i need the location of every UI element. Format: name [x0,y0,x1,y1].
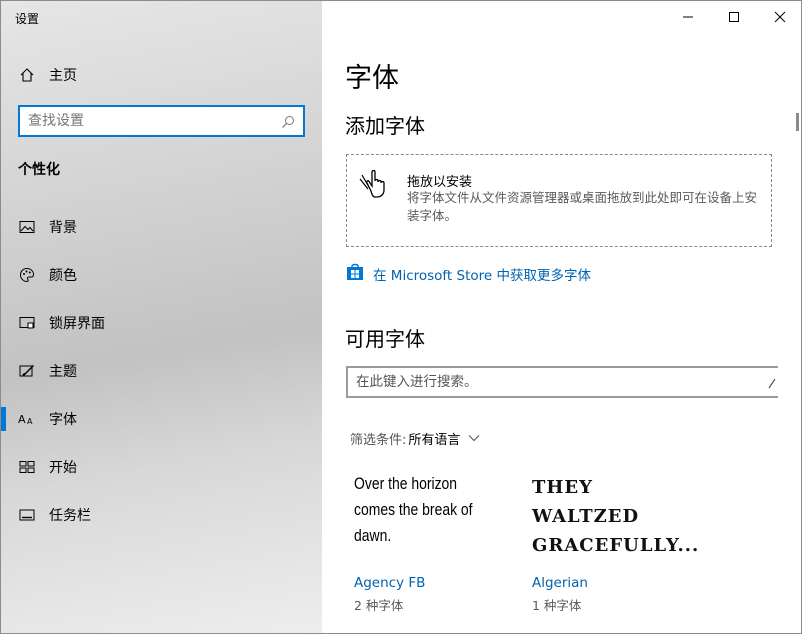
font-drop-zone[interactable]: 拖放以安装 将字体文件从文件资源管理器或桌面拖放到此处即可在设备上安装字体。 [346,154,772,247]
font-card-algerian[interactable]: THEY WALTZED GRACEFULLY... Algerian 1 种字… [532,471,702,616]
minimize-button[interactable] [665,1,711,33]
font-search-box[interactable] [346,366,778,398]
minimize-icon [683,16,693,18]
sidebar-item-taskbar[interactable]: 任务栏 [1,495,322,535]
font-name: Agency FB [354,575,426,591]
sidebar-item-lock-screen[interactable]: 锁屏界面 [1,303,322,343]
svg-text:A: A [27,417,33,426]
settings-search-input[interactable] [28,113,268,129]
font-icon: AA [18,410,36,428]
selection-indicator [1,407,6,431]
palette-icon [18,266,36,284]
drop-zone-title: 拖放以安装 [407,175,473,190]
search-icon[interactable] [768,375,776,394]
hand-pointer-icon [359,167,393,205]
home-icon [18,66,36,84]
language-filter[interactable]: 筛选条件: 所有语言 [350,429,480,448]
sidebar-item-label: 背景 [49,220,77,236]
font-count: 1 种字体 [532,598,582,613]
page-title: 字体 [345,63,399,94]
font-count: 2 种字体 [354,598,404,613]
sidebar-item-background[interactable]: 背景 [1,207,322,247]
sidebar-item-label: 主页 [49,68,77,84]
sidebar-item-label: 字体 [49,412,77,428]
store-link-label: 在 Microsoft Store 中获取更多字体 [373,268,591,284]
font-preview: Over the horizon comes the break of dawn… [354,474,473,545]
font-preview-line: THEY [532,477,593,498]
theme-icon [18,362,36,380]
store-link[interactable]: 在 Microsoft Store 中获取更多字体 [346,263,591,285]
svg-text:A: A [18,413,26,426]
content-pane: 字体 添加字体 拖放以安装 将字体文件从文件资源管理器或桌面拖放到此处即可在设备… [322,1,801,633]
settings-window: 设置 主页 个性化 背景 颜色 [0,0,802,634]
sidebar-item-home[interactable]: 主页 [1,55,322,95]
sidebar-item-start[interactable]: 开始 [1,447,322,487]
lock-screen-icon [18,314,36,332]
start-icon [18,458,36,476]
filter-value[interactable]: 所有语言 [408,429,460,448]
picture-icon [18,218,36,236]
scrollbar-thumb[interactable] [796,113,799,131]
sidebar: 设置 主页 个性化 背景 颜色 [1,1,322,633]
taskbar-icon [18,506,36,524]
font-preview: THEY WALTZED GRACEFULLY... [532,473,699,560]
sidebar-item-label: 锁屏界面 [49,316,105,332]
close-icon [774,11,786,23]
maximize-button[interactable] [711,1,757,33]
filter-label: 筛选条件: [350,433,407,448]
section-heading: 个性化 [18,162,60,178]
search-icon[interactable] [281,114,295,133]
app-title: 设置 [15,12,40,26]
available-fonts-heading: 可用字体 [345,327,425,351]
maximize-icon [729,12,739,22]
chevron-down-icon[interactable] [468,431,480,446]
sidebar-item-themes[interactable]: 主题 [1,351,322,391]
sidebar-item-label: 颜色 [49,268,77,284]
store-bag-icon [346,263,364,285]
sidebar-item-label: 主题 [49,364,77,380]
font-card-agency-fb[interactable]: Over the horizon comes the break of dawn… [354,471,524,616]
sidebar-item-colors[interactable]: 颜色 [1,255,322,295]
sidebar-item-fonts[interactable]: AA 字体 [1,399,322,439]
sidebar-item-label: 开始 [49,460,77,476]
sidebar-item-label: 任务栏 [49,508,91,524]
font-search-input[interactable] [356,374,756,390]
add-fonts-heading: 添加字体 [345,114,425,138]
close-button[interactable] [757,1,801,33]
font-preview-line: WALTZED [532,506,640,527]
settings-search-box[interactable] [18,105,305,137]
drop-zone-description: 将字体文件从文件资源管理器或桌面拖放到此处即可在设备上安装字体。 [407,190,758,223]
font-name: Algerian [532,575,588,591]
font-preview-line: GRACEFULLY... [532,535,700,556]
